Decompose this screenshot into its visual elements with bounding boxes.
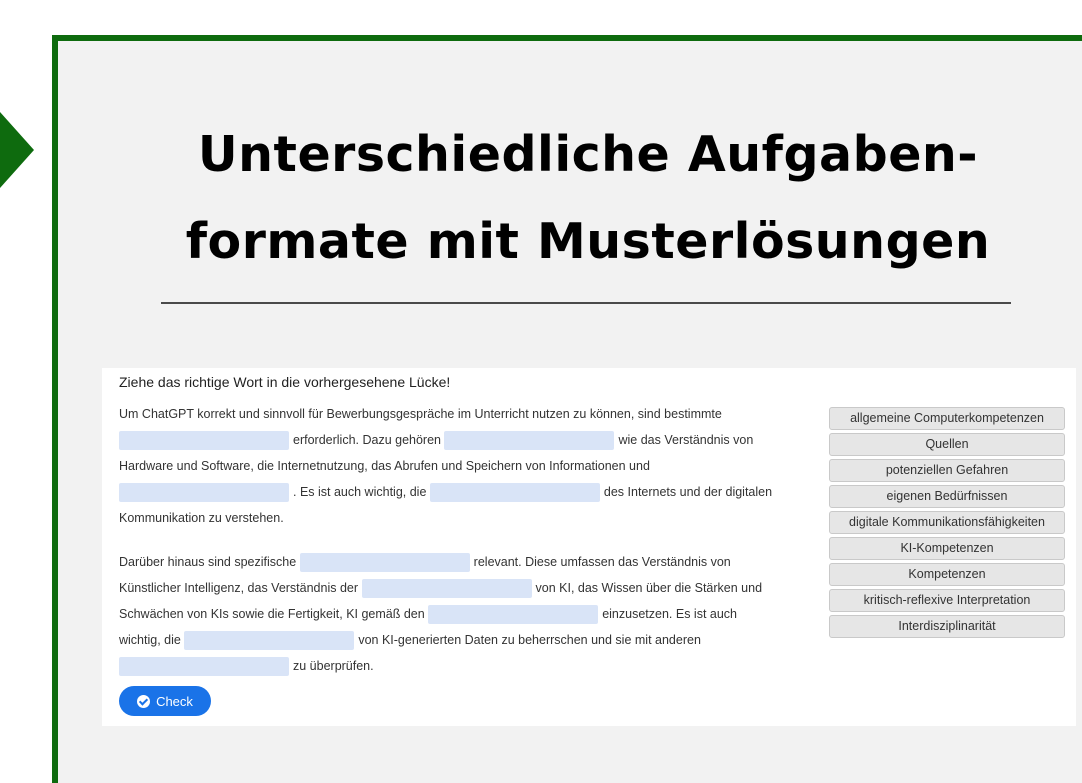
drag-drop-exercise: Ziehe das richtige Wort in die vorherges… xyxy=(102,368,1076,726)
text-segment: Künstlicher Intelligenz, das Verständnis… xyxy=(119,581,359,595)
drop-zone[interactable] xyxy=(444,430,615,450)
title-divider xyxy=(161,302,1011,304)
slide-title-line-1: Unterschiedliche Aufgaben- xyxy=(197,126,979,183)
text-line: erforderlich. Dazu gehören wie das Verst… xyxy=(119,430,824,456)
drop-zone[interactable] xyxy=(119,430,289,450)
text-segment: wie das Verständnis von xyxy=(618,433,754,447)
text-line: Kommunikation zu verstehen. xyxy=(119,508,824,534)
text-segment: einzusetzen. Es ist auch xyxy=(602,607,737,621)
slide-title-line-2: formate mit Musterlösungen xyxy=(185,213,991,270)
draggable-option[interactable]: kritisch-reflexive Interpretation xyxy=(829,589,1065,612)
slide-frame: Unterschiedliche Aufgaben- formate mit M… xyxy=(52,35,1082,783)
text-line: zu überprüfen. xyxy=(119,656,824,682)
drop-zone[interactable] xyxy=(428,604,599,624)
text-line: Um ChatGPT korrekt und sinnvoll für Bewe… xyxy=(119,404,824,430)
text-segment: relevant. Diese umfassen das Verständnis… xyxy=(473,555,731,569)
draggable-option[interactable]: eigenen Bedürfnissen xyxy=(829,485,1065,508)
text-segment: Um ChatGPT korrekt und sinnvoll für Bewe… xyxy=(119,407,722,421)
text-segment: erforderlich. Dazu gehören xyxy=(293,433,441,447)
draggable-option[interactable]: digitale Kommunikationsfähigkeiten xyxy=(829,511,1065,534)
slide-stage: Unterschiedliche Aufgaben- formate mit M… xyxy=(0,0,1082,783)
drop-zone[interactable] xyxy=(119,656,289,676)
text-line: wichtig, die von KI-generierten Daten zu… xyxy=(119,630,824,656)
check-button-label: Check xyxy=(156,693,193,709)
draggable-option[interactable]: potenziellen Gefahren xyxy=(829,459,1065,482)
text-segment: Hardware und Software, die Internetnutzu… xyxy=(119,459,650,473)
draggable-option[interactable]: Quellen xyxy=(829,433,1065,456)
text-line: Hardware und Software, die Internetnutzu… xyxy=(119,456,824,482)
drop-zone[interactable] xyxy=(361,578,532,598)
drop-zone[interactable] xyxy=(299,552,470,572)
draggable-option[interactable]: Interdisziplinarität xyxy=(829,615,1065,638)
text-segment: von KI, das Wissen über die Stärken und xyxy=(535,581,763,595)
text-segment: wichtig, die xyxy=(119,633,181,647)
arrow-right-icon xyxy=(0,112,34,188)
text-line: Schwächen von KIs sowie die Fertigkeit, … xyxy=(119,604,824,630)
text-line: Darüber hinaus sind spezifische relevant… xyxy=(119,552,824,578)
text-segment: von KI-generierten Daten zu beherrschen … xyxy=(358,633,701,647)
drop-zone[interactable] xyxy=(429,482,600,502)
text-segment: . Es ist auch wichtig, die xyxy=(293,485,427,499)
draggable-option[interactable]: KI-Kompetenzen xyxy=(829,537,1065,560)
check-button[interactable]: Check xyxy=(119,686,211,716)
text-segment: Schwächen von KIs sowie die Fertigkeit, … xyxy=(119,607,425,621)
check-circle-icon xyxy=(137,694,151,708)
cloze-text: Um ChatGPT korrekt und sinnvoll für Bewe… xyxy=(119,404,824,682)
draggable-option[interactable]: allgemeine Computerkompetenzen xyxy=(829,407,1065,430)
text-segment: zu überprüfen. xyxy=(293,659,374,673)
slide-title: Unterschiedliche Aufgaben- formate mit M… xyxy=(118,111,1058,285)
draggable-options: allgemeine Computerkompetenzen Quellen p… xyxy=(829,407,1065,641)
drop-zone[interactable] xyxy=(184,630,355,650)
text-segment: Kommunikation zu verstehen. xyxy=(119,511,284,525)
draggable-option[interactable]: Kompetenzen xyxy=(829,563,1065,586)
text-line: . Es ist auch wichtig, die des Internets… xyxy=(119,482,824,508)
text-line: Künstlicher Intelligenz, das Verständnis… xyxy=(119,578,824,604)
text-segment: des Internets und der digitalen xyxy=(603,485,773,499)
drop-zone[interactable] xyxy=(119,482,289,502)
text-segment: Darüber hinaus sind spezifische xyxy=(119,555,297,569)
exercise-instruction: Ziehe das richtige Wort in die vorherges… xyxy=(119,374,451,390)
